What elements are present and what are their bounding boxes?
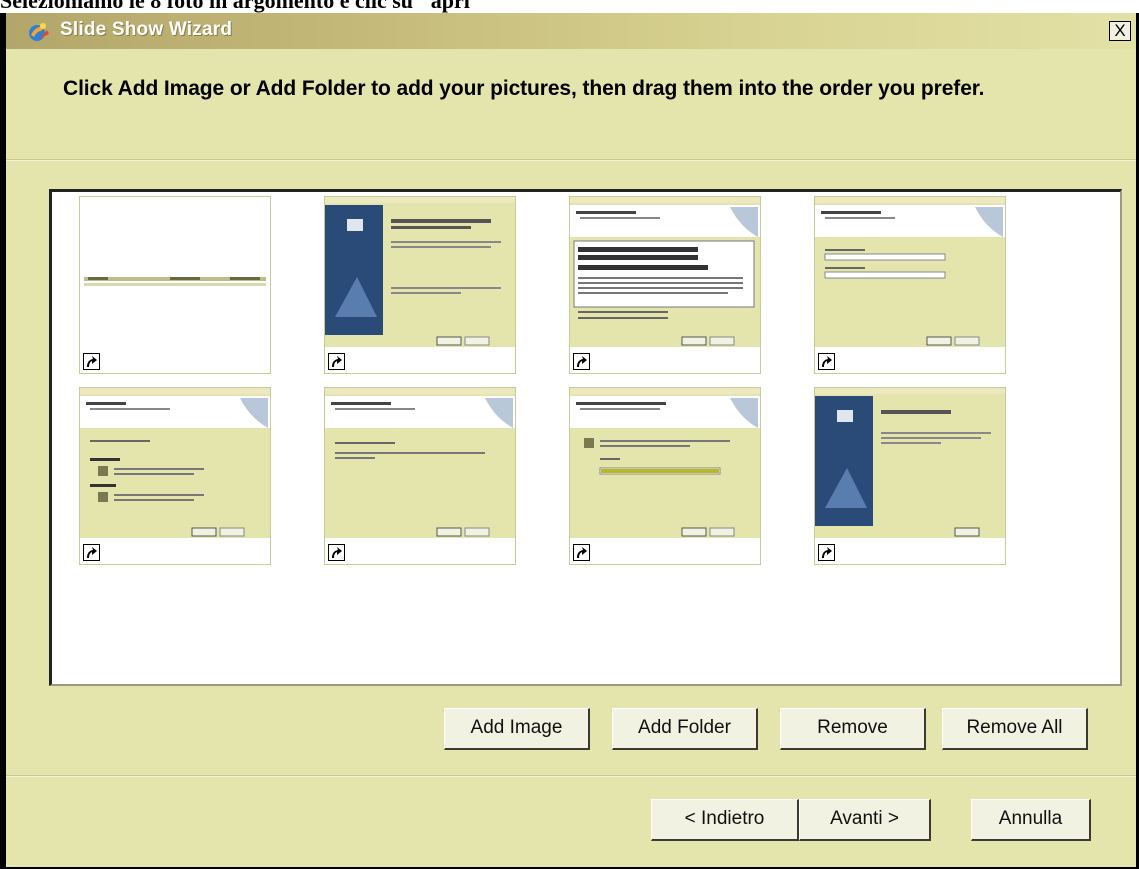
remove-all-button[interactable]: Remove All bbox=[942, 708, 1088, 750]
thumbnail-preview bbox=[80, 388, 270, 538]
shortcut-arrow-icon bbox=[818, 353, 835, 370]
thumbnail-image-1[interactable] bbox=[79, 196, 271, 374]
thumbnail-image-6[interactable] bbox=[324, 387, 516, 565]
shortcut-arrow-icon bbox=[573, 544, 590, 561]
cancel-button[interactable]: Annulla bbox=[971, 799, 1091, 841]
shortcut-arrow-icon bbox=[328, 353, 345, 370]
thumbnail-preview bbox=[325, 197, 515, 347]
thumbnail-preview bbox=[325, 388, 515, 538]
thumbnail-preview bbox=[80, 197, 270, 347]
thumbnail-preview bbox=[570, 197, 760, 347]
shortcut-arrow-icon bbox=[573, 353, 590, 370]
next-button[interactable]: Avanti > bbox=[799, 799, 931, 841]
instruction-text: Click Add Image or Add Folder to add you… bbox=[63, 77, 985, 100]
shortcut-arrow-icon bbox=[818, 544, 835, 561]
back-button[interactable]: < Indietro bbox=[651, 799, 799, 841]
title-bar[interactable]: Slide Show Wizard X bbox=[6, 13, 1136, 49]
thumbnail-preview bbox=[815, 388, 1005, 538]
image-list[interactable] bbox=[49, 189, 1122, 686]
shortcut-arrow-icon bbox=[83, 544, 100, 561]
thumbnail-image-3[interactable] bbox=[569, 196, 761, 374]
document-caption: Selezioniamo le 8 foto in argomento e cl… bbox=[0, 0, 483, 13]
thumbnail-image-2[interactable] bbox=[324, 196, 516, 374]
shortcut-arrow-icon bbox=[83, 353, 100, 370]
remove-button[interactable]: Remove bbox=[780, 708, 926, 750]
thumbnail-image-4[interactable] bbox=[814, 196, 1006, 374]
window-title: Slide Show Wizard bbox=[60, 19, 233, 40]
wizard-app-icon bbox=[29, 23, 49, 41]
add-image-button[interactable]: Add Image bbox=[444, 708, 590, 750]
close-button[interactable]: X bbox=[1109, 21, 1131, 41]
thumbnail-preview bbox=[570, 388, 760, 538]
shortcut-arrow-icon bbox=[328, 544, 345, 561]
thumbnail-preview bbox=[815, 197, 1005, 347]
thumbnail-image-5[interactable] bbox=[79, 387, 271, 565]
thumbnail-image-8[interactable] bbox=[814, 387, 1006, 565]
add-folder-button[interactable]: Add Folder bbox=[612, 708, 758, 750]
thumbnail-image-7[interactable] bbox=[569, 387, 761, 565]
slide-show-wizard-dialog: Slide Show Wizard X Click Add Image or A… bbox=[0, 13, 1139, 869]
footer-divider bbox=[6, 775, 1136, 777]
header-divider bbox=[6, 159, 1136, 161]
